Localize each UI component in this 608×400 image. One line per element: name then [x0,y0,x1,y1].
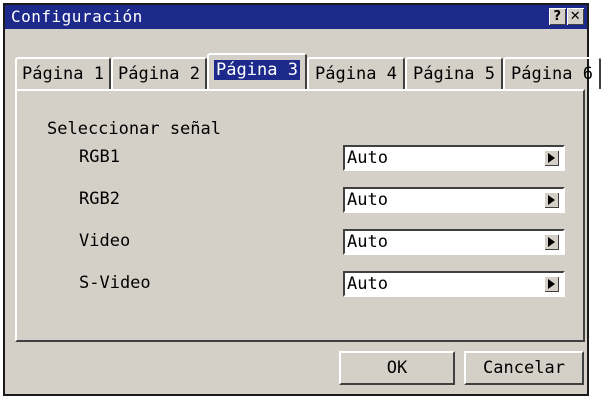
ok-button[interactable]: OK [339,351,455,385]
tab-panel: Seleccionar señal RGB1 Auto RGB2 Auto Vi… [15,89,585,342]
triangle-right-icon[interactable] [544,276,559,292]
signal-select-video[interactable]: Auto [343,229,565,255]
select-value: Auto [347,274,388,294]
triangle-right-icon[interactable] [544,150,559,166]
triangle-right-icon[interactable] [544,192,559,208]
signal-select-rgb2[interactable]: Auto [343,187,565,213]
help-icon: ? [553,9,562,24]
select-value: Auto [347,148,388,168]
triangle-right-icon[interactable] [544,234,559,250]
tab-pagina-6[interactable]: Página 6 [503,57,601,89]
tab-pagina-2[interactable]: Página 2 [111,57,207,89]
close-button[interactable]: ✕ [567,8,584,25]
signal-label-rgb2: RGB2 [79,189,120,209]
signal-select-s-video[interactable]: Auto [343,271,565,297]
tab-strip: Página 1 Página 2 Página 3 Página 4 Pági… [15,49,601,91]
section-label: Seleccionar señal [47,119,221,139]
tab-pagina-3[interactable]: Página 3 [207,53,307,89]
select-value: Auto [347,232,388,252]
tab-pagina-1[interactable]: Página 1 [15,57,111,89]
signal-select-rgb1[interactable]: Auto [343,145,565,171]
title-bar: Configuración ? ✕ [5,5,587,29]
signal-label-video: Video [79,231,131,251]
cancel-button[interactable]: Cancelar [464,351,584,385]
tab-pagina-5[interactable]: Página 5 [405,57,503,89]
signal-label-s-video: S-Video [79,273,151,293]
signal-label-rgb1: RGB1 [79,147,120,167]
tab-pagina-4[interactable]: Página 4 [307,57,405,89]
select-value: Auto [347,190,388,210]
help-button[interactable]: ? [549,8,566,25]
close-icon: ✕ [569,9,582,24]
window-title: Configuración [11,7,143,26]
settings-dialog: Configuración ? ✕ Página 1 Página 2 Pági… [3,3,601,396]
